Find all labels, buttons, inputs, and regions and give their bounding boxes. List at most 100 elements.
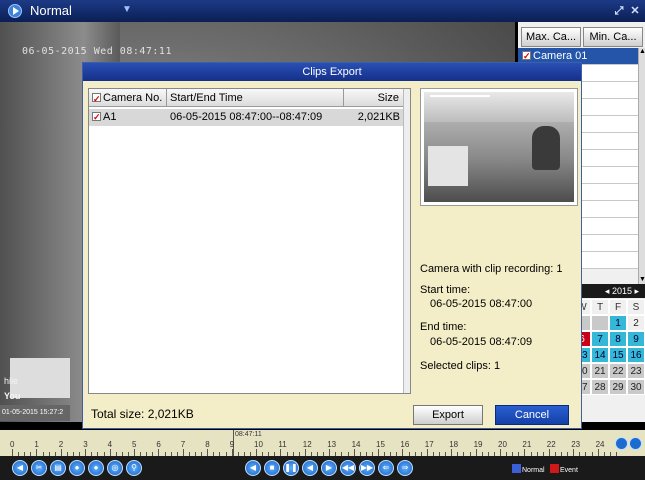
clip-preview bbox=[420, 88, 578, 206]
preview-image bbox=[424, 92, 574, 202]
legend-normal: Normal bbox=[512, 464, 545, 475]
tag-icon[interactable]: ● bbox=[69, 460, 85, 476]
calendar-day[interactable]: 8 bbox=[609, 331, 627, 347]
expand-icon[interactable]: ⤢ bbox=[612, 4, 626, 18]
select-all-checkbox[interactable] bbox=[92, 90, 101, 108]
calendar-day[interactable]: 23 bbox=[627, 363, 645, 379]
calendar-day[interactable]: 21 bbox=[591, 363, 609, 379]
table-header: Camera No. Start/End Time Size bbox=[89, 89, 410, 108]
scroll-down-icon[interactable]: ▼ bbox=[639, 276, 645, 284]
timeline-hour-label: 5 bbox=[132, 440, 137, 449]
timeline-tick bbox=[256, 449, 257, 456]
timeline-tick bbox=[329, 449, 331, 456]
legend-event-swatch bbox=[550, 464, 559, 473]
export-button[interactable]: Export bbox=[413, 405, 483, 425]
end-time-value: 06-05-2015 08:47:09 bbox=[430, 336, 533, 348]
timeline-tick bbox=[451, 449, 453, 456]
row-camera-label: A1 bbox=[103, 111, 117, 123]
timeline-hour-label: 20 bbox=[498, 440, 507, 449]
header-size[interactable]: Size bbox=[344, 89, 404, 107]
table-scrollbar[interactable] bbox=[403, 89, 410, 393]
preview-osd-line bbox=[430, 95, 490, 97]
legend-event: Event bbox=[550, 464, 578, 475]
row-camera[interactable]: A1 bbox=[89, 109, 167, 126]
timeline-tick bbox=[304, 449, 306, 456]
tab-min-camera[interactable]: Min. Ca... bbox=[583, 27, 643, 47]
timeline-hour-label: 22 bbox=[546, 440, 556, 449]
clip-icon[interactable]: ✂ bbox=[31, 460, 47, 476]
playback-mode-label[interactable]: Normal bbox=[30, 3, 72, 18]
calendar-day[interactable]: 29 bbox=[609, 379, 627, 395]
timeline-tick bbox=[573, 449, 575, 456]
timeline[interactable]: 08:47:11 0 1 2 3 4 5 6 7 8 9 10 11 12 13 14 15 16 17 18 19 2… bbox=[0, 430, 645, 456]
next-day-icon[interactable]: ⇒ bbox=[397, 460, 413, 476]
camera-list-scrollbar[interactable]: ▲ ▼ bbox=[638, 48, 645, 284]
timeline-tick bbox=[597, 449, 599, 456]
timeline-tick bbox=[378, 449, 379, 456]
calendar-weekday: S bbox=[627, 299, 645, 315]
calendar-day[interactable]: 2 bbox=[627, 315, 645, 331]
camera-view-tabs: Max. Ca... Min. Ca... bbox=[518, 27, 645, 47]
start-time-value: 06-05-2015 08:47:00 bbox=[430, 298, 533, 310]
scroll-up-icon[interactable]: ▲ bbox=[639, 48, 645, 56]
custom-tag-icon[interactable]: ● bbox=[88, 460, 104, 476]
calendar-day[interactable]: 28 bbox=[591, 379, 609, 395]
osd-overlay-text: hile bbox=[4, 376, 19, 386]
timeline-hour-label: 3 bbox=[83, 440, 88, 449]
calendar-day[interactable] bbox=[591, 315, 609, 331]
camera-checkbox[interactable] bbox=[522, 48, 531, 65]
calendar-day[interactable]: 9 bbox=[627, 331, 645, 347]
timeline-tick bbox=[548, 449, 550, 456]
timeline-hour-label: 11 bbox=[278, 440, 287, 449]
header-camera-no[interactable]: Camera No. bbox=[89, 89, 167, 108]
camera-label: Camera 01 bbox=[533, 50, 588, 62]
row-checkbox[interactable] bbox=[92, 109, 101, 126]
timeline-next-icon[interactable] bbox=[629, 437, 642, 450]
timeline-hour-label: 19 bbox=[473, 440, 483, 449]
cancel-button[interactable]: Cancel bbox=[495, 405, 569, 425]
reverse-play-icon[interactable]: ◀ bbox=[245, 460, 261, 476]
close-icon[interactable]: ✕ bbox=[628, 4, 642, 18]
top-bar: Normal ▼ ⤢ ✕ bbox=[0, 0, 645, 22]
audio-icon[interactable]: ◀ bbox=[12, 460, 28, 476]
step-back-icon[interactable]: ◀ bbox=[302, 460, 318, 476]
header-start-end-time[interactable]: Start/End Time bbox=[167, 89, 344, 107]
timeline-prev-icon[interactable] bbox=[615, 437, 628, 450]
timeline-tick bbox=[182, 449, 184, 456]
slow-forward-icon[interactable]: ◀◀ bbox=[340, 460, 356, 476]
calendar-day[interactable]: 30 bbox=[627, 379, 645, 395]
fast-forward-icon[interactable]: ▶▶ bbox=[359, 460, 375, 476]
timeline-tick bbox=[475, 449, 477, 456]
calendar-day[interactable]: 1 bbox=[609, 315, 627, 331]
zoom-icon[interactable]: ◎ bbox=[107, 460, 123, 476]
play-icon[interactable] bbox=[8, 4, 22, 18]
timeline-tick bbox=[12, 449, 13, 456]
pause-icon[interactable]: ❚❚ bbox=[283, 460, 299, 476]
calendar-next-icon[interactable]: ▸ bbox=[632, 286, 639, 296]
timeline-hour-label: 12 bbox=[302, 440, 312, 449]
table-row[interactable]: A1 06-05-2015 08:47:00--08:47:09 2,021KB bbox=[89, 109, 410, 126]
calendar-day[interactable]: 15 bbox=[609, 347, 627, 363]
playback-toolbar: ◀ ✂ ▤ ● ● ◎ ⚲ ◀ ■ ❚❚ ◀ ▶ ◀◀ ▶▶ ⇐ ⇒ Norma… bbox=[0, 456, 645, 480]
calendar-day[interactable]: 14 bbox=[591, 347, 609, 363]
preview-person bbox=[532, 126, 560, 170]
tab-max-camera[interactable]: Max. Ca... bbox=[521, 27, 581, 47]
timeline-hour-label: 24 bbox=[595, 440, 605, 449]
header-camera-label: Camera No. bbox=[103, 92, 163, 104]
prev-day-icon[interactable]: ⇐ bbox=[378, 460, 394, 476]
chevron-down-icon[interactable]: ▼ bbox=[122, 4, 132, 15]
timeline-tick bbox=[402, 449, 404, 456]
save-clip-icon[interactable]: ▤ bbox=[50, 460, 66, 476]
search-icon[interactable]: ⚲ bbox=[126, 460, 142, 476]
legend-normal-label: Normal bbox=[522, 467, 545, 474]
timeline-tick bbox=[280, 449, 282, 456]
stop-icon[interactable]: ■ bbox=[264, 460, 280, 476]
calendar-prev-icon[interactable]: ◂ bbox=[605, 286, 612, 296]
calendar-day[interactable]: 16 bbox=[627, 347, 645, 363]
osd-overlay-text: You bbox=[4, 391, 21, 401]
timeline-tick bbox=[500, 449, 501, 456]
calendar-day[interactable]: 22 bbox=[609, 363, 627, 379]
step-forward-icon[interactable]: ▶ bbox=[321, 460, 337, 476]
calendar-day[interactable]: 7 bbox=[591, 331, 609, 347]
osd-date-time: 06-05-2015 Wed 08:47:11 bbox=[22, 46, 172, 57]
